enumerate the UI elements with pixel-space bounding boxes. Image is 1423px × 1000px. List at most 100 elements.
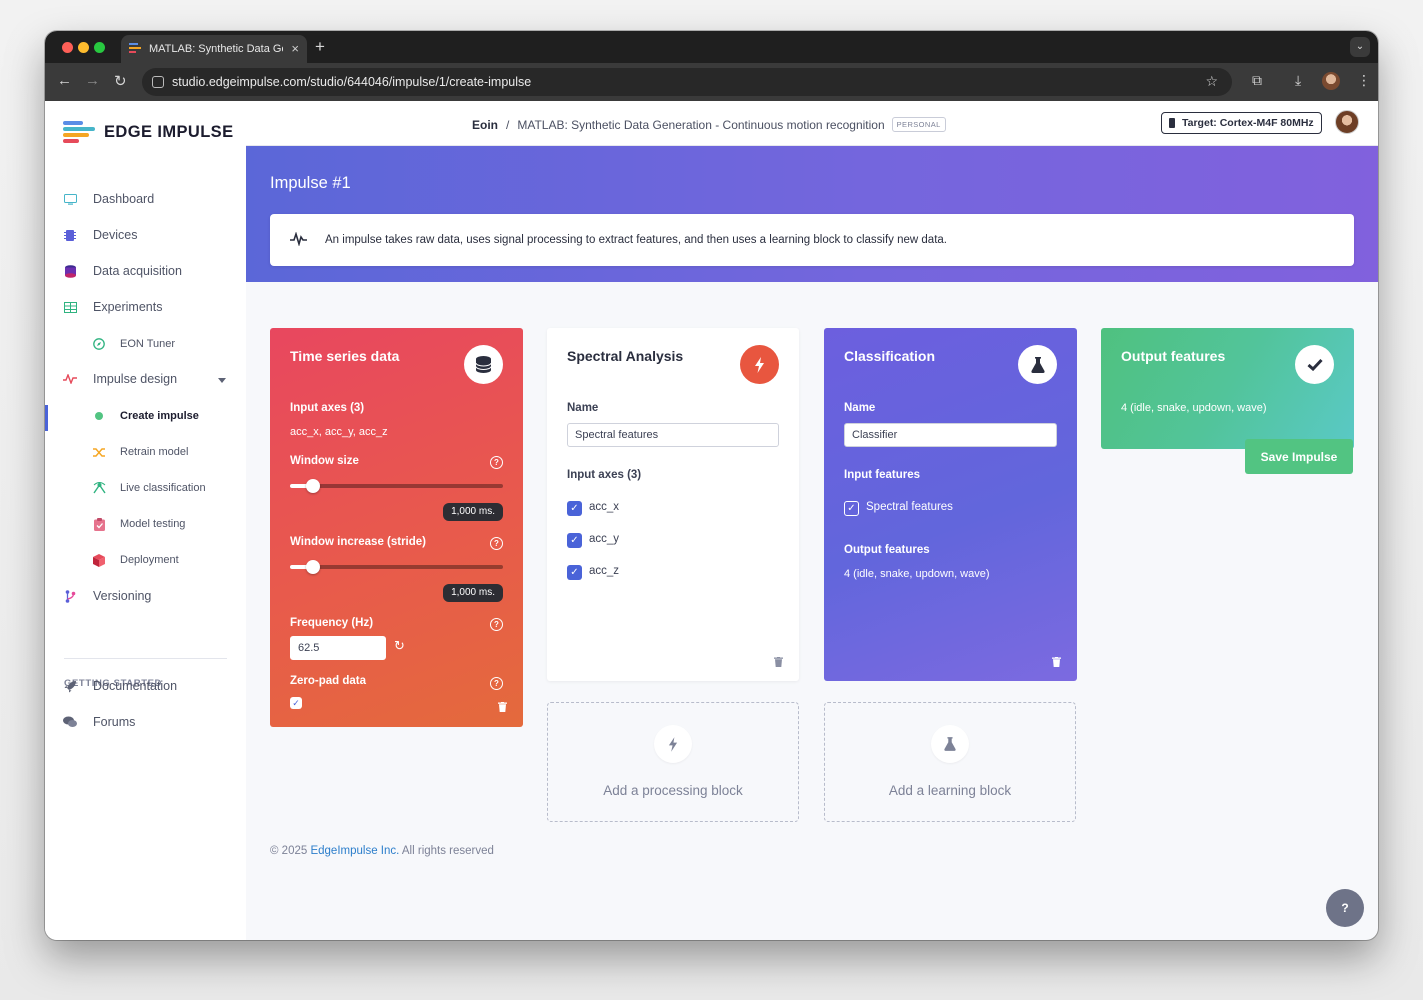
sidebar-item-label: Devices <box>93 228 138 242</box>
sidebar-item-label: Documentation <box>93 679 178 693</box>
forward-icon[interactable]: → <box>85 72 100 89</box>
cube-icon <box>92 553 106 567</box>
sidebar-item-label: Versioning <box>93 589 152 603</box>
spectral-name-value: Spectral features <box>575 429 659 441</box>
sidebar-item-deployment[interactable]: Deployment <box>92 553 179 567</box>
help-icon[interactable]: ? <box>490 537 503 550</box>
sidebar-item-forums[interactable]: Forums <box>63 715 135 729</box>
reload-icon[interactable]: ↻ <box>114 72 127 90</box>
copyright: © 2025 <box>270 845 308 857</box>
help-button[interactable]: ? <box>1326 889 1364 927</box>
breadcrumb-project[interactable]: MATLAB: Synthetic Data Generation - Cont… <box>517 118 884 132</box>
trash-icon[interactable] <box>498 702 507 712</box>
help-icon[interactable]: ? <box>490 677 503 690</box>
sidebar-item-devices[interactable]: Devices <box>63 228 137 242</box>
axis-checkbox[interactable]: ✓ <box>567 533 582 548</box>
help-icon[interactable]: ? <box>490 618 503 631</box>
input-axes-value: acc_x, acc_y, acc_z <box>290 426 388 438</box>
target-device-button[interactable]: Target: Cortex-M4F 80MHz <box>1161 112 1322 134</box>
help-icon[interactable]: ? <box>490 456 503 469</box>
extensions-icon[interactable]: ⧉ <box>1252 72 1262 89</box>
edge-impulse-logo-icon <box>63 121 95 143</box>
classifier-name-input[interactable]: Classifier <box>844 423 1057 447</box>
user-avatar[interactable] <box>1335 110 1359 134</box>
browser-menu-icon[interactable]: ⋮ <box>1357 72 1371 89</box>
sidebar-item-create-impulse[interactable]: Create impulse <box>92 409 199 423</box>
sidebar-item-dashboard[interactable]: Dashboard <box>63 192 154 206</box>
output-title: Output features <box>1121 348 1226 364</box>
minimize-window-icon[interactable] <box>78 42 89 53</box>
close-tab-icon[interactable]: × <box>291 41 299 56</box>
stride-slider[interactable] <box>290 560 503 574</box>
sidebar-item-experiments[interactable]: Experiments <box>63 300 162 314</box>
app: EDGE IMPULSE Dashboard Devices Data acqu… <box>45 101 1378 940</box>
sidebar-item-label: Deployment <box>120 554 179 566</box>
trash-icon[interactable] <box>774 657 783 667</box>
sidebar-item-label: Live classification <box>120 482 206 494</box>
logo[interactable]: EDGE IMPULSE <box>63 121 234 143</box>
tab-search-icon[interactable]: ⌄ <box>1350 37 1370 57</box>
sidebar-divider <box>64 658 227 659</box>
browser-window: MATLAB: Synthetic Data Gen × + ⌄ ← → ↻ s… <box>45 31 1378 940</box>
sidebar-item-eon-tuner[interactable]: EON Tuner <box>92 337 175 351</box>
input-feature-checkbox[interactable]: ✓ <box>844 501 859 516</box>
address-bar[interactable]: studio.edgeimpulse.com/studio/644046/imp… <box>142 68 1232 96</box>
chevron-down-icon[interactable] <box>218 378 226 383</box>
add-processing-block-button[interactable]: Add a processing block <box>547 702 799 822</box>
slider-thumb[interactable] <box>306 479 320 493</box>
classifier-name-value: Classifier <box>852 429 898 441</box>
classification-card: Classification Name Classifier Input fea… <box>824 328 1077 681</box>
sidebar-item-live-classification[interactable]: Live classification <box>92 481 206 495</box>
slider-thumb[interactable] <box>306 560 320 574</box>
axis-checkbox[interactable]: ✓ <box>567 501 582 516</box>
profile-avatar-icon[interactable] <box>1322 72 1340 90</box>
sidebar-item-label: EON Tuner <box>120 338 176 350</box>
classification-title: Classification <box>844 348 936 364</box>
close-window-icon[interactable] <box>62 42 73 53</box>
breadcrumb-owner[interactable]: Eoin <box>472 118 498 132</box>
pulse-icon <box>63 372 77 386</box>
top-bar: Eoin / MATLAB: Synthetic Data Generation… <box>246 101 1378 146</box>
url-text: studio.edgeimpulse.com/studio/644046/imp… <box>172 75 532 89</box>
sidebar-item-versioning[interactable]: Versioning <box>63 589 151 603</box>
page-title: Impulse #1 <box>270 174 351 192</box>
output-value: 4 (idle, snake, updown, wave) <box>1121 402 1267 414</box>
sidebar-item-data-acquisition[interactable]: Data acquisition <box>63 264 182 278</box>
axis-checkbox[interactable]: ✓ <box>567 565 582 580</box>
clipboard-icon <box>92 517 106 531</box>
stride-value: 1,000 ms. <box>443 584 503 602</box>
shuffle-icon <box>92 445 106 459</box>
zero-pad-checkbox[interactable]: ✓ <box>290 697 302 709</box>
site-settings-icon[interactable] <box>152 76 164 88</box>
axis-label: acc_y <box>589 533 620 545</box>
browser-tab[interactable]: MATLAB: Synthetic Data Gen × <box>121 35 307 63</box>
sidebar-item-documentation[interactable]: Documentation <box>63 679 177 693</box>
sidebar-item-label: Experiments <box>93 300 163 314</box>
sidebar-item-model-testing[interactable]: Model testing <box>92 517 185 531</box>
output-features-card: Output features 4 (idle, snake, updown, … <box>1101 328 1354 449</box>
spectral-name-input[interactable]: Spectral features <box>567 423 779 447</box>
frequency-input[interactable]: 62.5 <box>290 636 386 660</box>
checkmark-icon <box>1295 345 1334 384</box>
window-size-slider[interactable] <box>290 479 503 493</box>
sidebar-item-retrain-model[interactable]: Retrain model <box>92 445 188 459</box>
sidebar-item-label: Create impulse <box>120 410 199 422</box>
maximize-window-icon[interactable] <box>94 42 105 53</box>
new-tab-icon[interactable]: + <box>315 37 325 57</box>
axis-label: acc_x <box>589 501 620 513</box>
save-impulse-button[interactable]: Save Impulse <box>1245 439 1353 474</box>
download-icon[interactable]: ⤓ <box>1295 72 1301 89</box>
breadcrumb-separator: / <box>506 117 510 132</box>
company-link[interactable]: EdgeImpulse Inc. <box>310 845 399 857</box>
sidebar-item-impulse-design[interactable]: Impulse design <box>63 372 177 386</box>
add-learning-block-button[interactable]: Add a learning block <box>824 702 1076 822</box>
target-label: Target: Cortex-M4F 80MHz <box>1182 117 1314 129</box>
back-icon[interactable]: ← <box>57 72 72 89</box>
tab-title: MATLAB: Synthetic Data Gen <box>149 43 283 55</box>
zero-pad-label: Zero-pad data <box>290 675 367 687</box>
reset-frequency-icon[interactable]: ↻ <box>394 638 405 654</box>
spectral-title: Spectral Analysis <box>567 348 684 364</box>
dot-icon <box>92 409 106 423</box>
bookmark-star-icon[interactable]: ☆ <box>1205 73 1218 90</box>
trash-icon[interactable] <box>1052 657 1061 667</box>
